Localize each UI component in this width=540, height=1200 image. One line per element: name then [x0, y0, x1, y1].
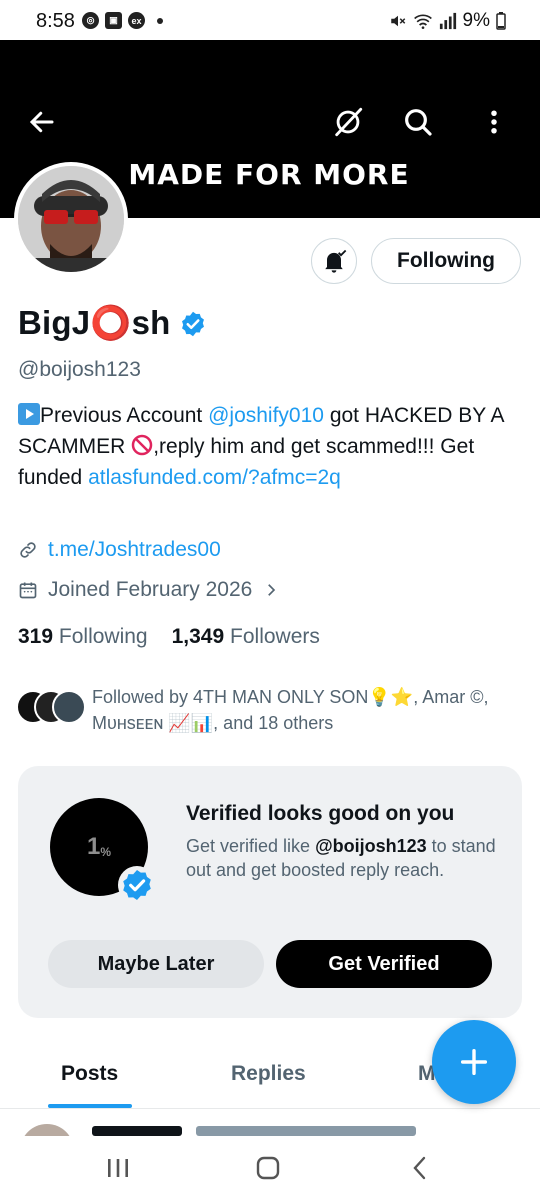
- notification-dot: [157, 17, 163, 24]
- following-button[interactable]: Following: [371, 238, 521, 284]
- prohibited-icon: [131, 434, 153, 456]
- recent-apps-icon: [108, 1159, 128, 1177]
- battery-percent: 9%: [462, 10, 490, 31]
- avatar[interactable]: [14, 162, 128, 276]
- gallery-icon: ▣: [105, 12, 122, 29]
- tab-replies[interactable]: Replies: [231, 1062, 306, 1086]
- following-stat[interactable]: 319 Following: [18, 625, 148, 649]
- profile-website[interactable]: t.me/Joshtrades00: [18, 538, 221, 562]
- signal-icon: [439, 12, 456, 30]
- grok-icon: [335, 107, 363, 137]
- website-link[interactable]: t.me/Joshtrades00: [48, 538, 221, 562]
- recent-apps-button[interactable]: [98, 1150, 138, 1186]
- back-button[interactable]: [20, 100, 64, 144]
- back-arrow-icon: [29, 111, 54, 133]
- status-bar: 8:58 ◎ ▣ ex 9%: [0, 0, 540, 42]
- home-button[interactable]: [248, 1150, 288, 1186]
- profile-bio: Previous Account @joshify010 got HACKED …: [18, 403, 504, 489]
- followed-by[interactable]: Followed by 4TH MAN ONLY SON💡⭐, Amar ©, …: [16, 684, 526, 740]
- verify-card: 1% Verified looks good on you Get verifi…: [18, 766, 522, 1018]
- avatar-photo: [18, 166, 124, 272]
- verified-badge-icon[interactable]: [179, 310, 207, 338]
- follow-stats: 319 Following 1,349 Followers: [18, 625, 320, 649]
- bio-mention-link[interactable]: @joshify010: [208, 404, 324, 427]
- mute-icon: [390, 15, 405, 27]
- calendar-icon: [19, 582, 37, 599]
- get-verified-button[interactable]: Get Verified: [276, 940, 492, 988]
- profile-name-row: BigJ⭕sh: [18, 304, 207, 343]
- verified-badge-icon: [118, 866, 156, 904]
- profile-joined[interactable]: Joined February 2026: [18, 578, 280, 602]
- tabs-divider: [0, 1108, 540, 1109]
- verify-card-description: Get verified like @boijosh123 to stand o…: [186, 836, 496, 880]
- play-button-icon: [18, 403, 40, 425]
- compose-post-button[interactable]: [432, 1020, 516, 1104]
- tab-posts[interactable]: Posts: [61, 1062, 118, 1086]
- back-chevron-icon: [413, 1156, 426, 1180]
- display-name: BigJ⭕sh: [18, 304, 171, 341]
- followers-stat[interactable]: 1,349 Followers: [172, 625, 320, 649]
- post-avatar: [20, 1124, 74, 1136]
- ex-icon: ex: [128, 12, 145, 29]
- verify-card-title: Verified looks good on you: [186, 802, 455, 825]
- link-icon: [20, 542, 36, 558]
- maybe-later-button[interactable]: Maybe Later: [48, 940, 264, 988]
- follower-avatar: [52, 690, 86, 724]
- search-button[interactable]: [396, 100, 440, 144]
- post-preview-peek: [0, 1110, 540, 1136]
- profile-handle: @boijosh123: [18, 358, 141, 381]
- more-vertical-icon: [491, 110, 497, 134]
- wifi-icon: [413, 14, 432, 29]
- bio-website-link[interactable]: atlasfunded.com/?afmc=2q: [88, 466, 341, 489]
- plus-icon: [460, 1048, 488, 1076]
- home-icon: [256, 1156, 280, 1180]
- whatsapp-icon: ◎: [82, 12, 99, 29]
- search-icon: [405, 109, 432, 136]
- followed-by-text: Followed by 4TH MAN ONLY SON💡⭐, Amar ©, …: [92, 687, 489, 733]
- system-nav-bar: [0, 1136, 540, 1200]
- grok-button[interactable]: [326, 100, 370, 144]
- more-button[interactable]: [472, 100, 516, 144]
- notifications-bell-button[interactable]: [311, 238, 357, 284]
- joined-date: Joined February 2026: [48, 578, 253, 601]
- bell-check-icon: [325, 249, 347, 273]
- chevron-right-icon: [268, 584, 276, 596]
- back-nav-button[interactable]: [400, 1150, 440, 1186]
- status-time: 8:58: [36, 10, 75, 32]
- battery-icon: [496, 12, 506, 30]
